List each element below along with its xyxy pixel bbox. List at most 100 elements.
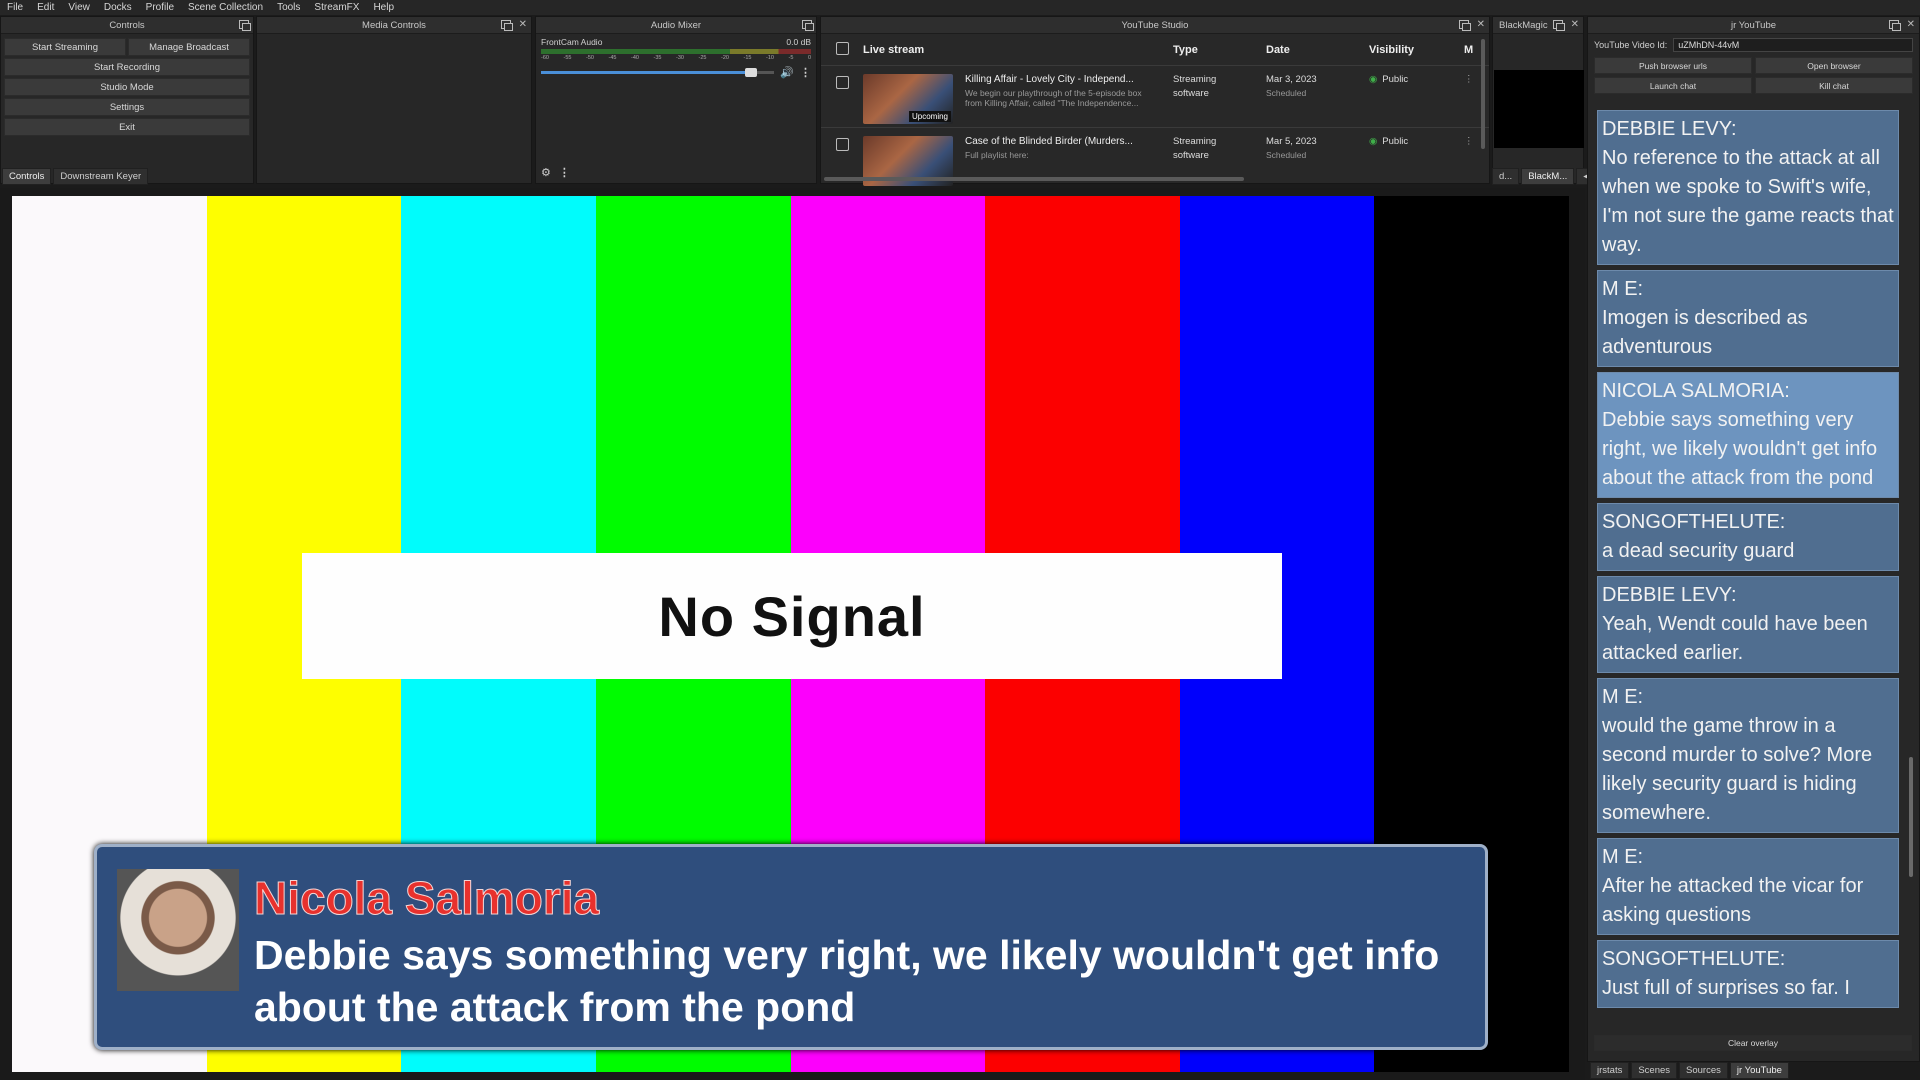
table-row[interactable]: Upcoming Killing Affair - Lovely City - … xyxy=(821,66,1489,128)
close-icon[interactable]: ✕ xyxy=(519,19,527,30)
video-type: Streaming xyxy=(1173,136,1217,147)
close-icon[interactable]: ✕ xyxy=(1571,19,1579,30)
video-desc: Full playlist here: xyxy=(965,150,1029,160)
tab-controls[interactable]: Controls xyxy=(2,168,52,185)
more-icon[interactable]: ⋮ xyxy=(1464,74,1474,85)
chat-message[interactable]: DEBBIE LEVY: No reference to the attack a… xyxy=(1597,110,1899,265)
menu-item-help[interactable]: Help xyxy=(366,2,401,13)
chat-message[interactable]: M E: After he attacked the vicar for aski… xyxy=(1597,838,1899,935)
manage-broadcast-button[interactable]: Manage Broadcast xyxy=(128,38,250,56)
controls-title: Controls xyxy=(109,19,145,31)
audio-source-name: FrontCam Audio xyxy=(541,37,603,47)
scale-tick: -5 xyxy=(788,55,794,61)
menu-item-docks[interactable]: Docks xyxy=(97,2,139,13)
row-checkbox[interactable] xyxy=(835,138,849,151)
video-id-input[interactable]: uZMhDN-44vM xyxy=(1673,38,1913,52)
float-icon[interactable] xyxy=(500,20,513,31)
studio-mode-button[interactable]: Studio Mode xyxy=(4,78,250,96)
scale-tick: -45 xyxy=(608,55,617,61)
video-type: software xyxy=(1173,88,1209,99)
video-thumbnail[interactable]: Upcoming xyxy=(863,74,953,124)
tab-downstream-keyer[interactable]: Downstream Keyer xyxy=(53,168,149,185)
chat-message[interactable]: DEBBIE LEVY: Yeah, Wendt could have been … xyxy=(1597,576,1899,673)
chat-scrollbar[interactable] xyxy=(1909,757,1913,877)
chat-message[interactable]: SONGOFTHELUTE: Just full of surprises so … xyxy=(1597,940,1899,1008)
scale-tick: -55 xyxy=(563,55,572,61)
audio-meter xyxy=(541,49,811,54)
vertical-scrollbar[interactable] xyxy=(1481,39,1485,149)
chat-message[interactable]: M E: Imogen is described as adventurous xyxy=(1597,270,1899,367)
audio-level: 0.0 dB xyxy=(786,37,811,47)
clear-overlay-button[interactable]: Clear overlay xyxy=(1594,1035,1912,1051)
menu-item-profile[interactable]: Profile xyxy=(139,2,181,13)
float-icon[interactable] xyxy=(1552,20,1565,31)
row-checkbox[interactable] xyxy=(835,76,849,89)
more-icon[interactable]: ⋮ xyxy=(1464,136,1474,147)
start-recording-button[interactable]: Start Recording xyxy=(4,58,250,76)
menu-item-file[interactable]: File xyxy=(0,2,30,13)
upcoming-badge: Upcoming xyxy=(908,111,951,122)
float-icon[interactable] xyxy=(239,20,251,31)
chat-author: DEBBIE LEVY: xyxy=(1602,584,1737,606)
avatar xyxy=(117,869,239,991)
chat-text: Imogen is described as adventurous xyxy=(1602,307,1808,358)
chat-text: Debbie says something very right, we lik… xyxy=(1602,409,1878,489)
jr-youtube-dock: jr YouTube ✕ YouTube Video Id: uZMhDN-44… xyxy=(1587,16,1920,1062)
tab-d[interactable]: d... xyxy=(1492,168,1520,185)
float-icon[interactable] xyxy=(802,20,814,31)
chat-text: would the game throw in a second murder … xyxy=(1602,715,1873,824)
tab-blackmagic[interactable]: BlackM... xyxy=(1521,168,1575,185)
push-browser-urls-button[interactable]: Push browser urls xyxy=(1594,57,1752,74)
overlay-message: Debbie says something very right, we lik… xyxy=(254,932,1440,1030)
float-icon[interactable] xyxy=(1888,20,1901,31)
blackmagic-dock: BlackMagic ✕ xyxy=(1492,16,1584,184)
close-icon[interactable]: ✕ xyxy=(1477,19,1485,30)
scale-tick: -60 xyxy=(541,55,549,61)
kill-chat-button[interactable]: Kill chat xyxy=(1755,77,1913,94)
menu-item-view[interactable]: View xyxy=(61,2,97,13)
chat-message[interactable]: SONGOFTHELUTE: a dead security guard xyxy=(1597,503,1899,571)
tab-scenes[interactable]: Scenes xyxy=(1631,1062,1678,1079)
chat-message[interactable]: NICOLA SALMORIA: Debbie says something ve… xyxy=(1597,372,1899,498)
chat-author: NICOLA SALMORIA: xyxy=(1602,380,1790,402)
tab-sources[interactable]: Sources xyxy=(1679,1062,1728,1079)
volume-slider[interactable] xyxy=(541,68,775,77)
video-type: Streaming xyxy=(1173,74,1217,85)
chat-author: M E: xyxy=(1602,686,1644,708)
more-icon[interactable]: ⋮ xyxy=(559,166,570,179)
tab-jrstats[interactable]: jrstats xyxy=(1590,1062,1630,1079)
scale-tick: -40 xyxy=(631,55,639,61)
exit-button[interactable]: Exit xyxy=(4,118,250,136)
blackmagic-preview xyxy=(1494,70,1584,148)
media-controls-title: Media Controls xyxy=(362,19,426,31)
col-visibility: Visibility xyxy=(1369,43,1415,56)
scale-tick: 0 xyxy=(807,55,811,61)
tab-jr-youtube[interactable]: jr YouTube xyxy=(1729,1062,1789,1079)
video-title[interactable]: Killing Affair - Lovely City - Independ.… xyxy=(965,74,1173,85)
close-icon[interactable]: ✕ xyxy=(1907,19,1915,30)
video-id-label: YouTube Video Id: xyxy=(1594,40,1668,50)
menu-item-edit[interactable]: Edit xyxy=(30,2,61,13)
settings-button[interactable]: Settings xyxy=(4,98,250,116)
scale-tick: -20 xyxy=(721,55,729,61)
menu-item-tools[interactable]: Tools xyxy=(270,2,307,13)
start-streaming-button[interactable]: Start Streaming xyxy=(4,38,126,56)
open-browser-button[interactable]: Open browser xyxy=(1755,57,1913,74)
controls-dock: Controls Start Streaming Manage Broadcas… xyxy=(0,16,254,184)
more-icon[interactable]: ⋮ xyxy=(800,66,811,79)
horizontal-scrollbar[interactable] xyxy=(824,177,1244,181)
menu-item-scene-collection[interactable]: Scene Collection xyxy=(181,2,270,13)
select-all-checkbox[interactable] xyxy=(835,41,849,55)
video-title[interactable]: Case of the Blinded Birder (Murders... xyxy=(965,136,1173,147)
speaker-icon[interactable]: 🔊 xyxy=(780,66,794,79)
video-visibility: Public xyxy=(1382,136,1409,147)
video-visibility: Public xyxy=(1382,74,1409,85)
launch-chat-button[interactable]: Launch chat xyxy=(1594,77,1752,94)
chat-overlay: Nicola Salmoria Debbie says something ve… xyxy=(94,844,1488,1050)
chat-author: SONGOFTHELUTE: xyxy=(1602,948,1786,970)
gear-icon[interactable]: ⚙ xyxy=(541,166,551,179)
jr-youtube-title: jr YouTube xyxy=(1730,19,1777,31)
menu-item-streamfx[interactable]: StreamFX xyxy=(307,2,366,13)
float-icon[interactable] xyxy=(1458,20,1471,31)
chat-message[interactable]: M E: would the game throw in a second mur… xyxy=(1597,678,1899,833)
